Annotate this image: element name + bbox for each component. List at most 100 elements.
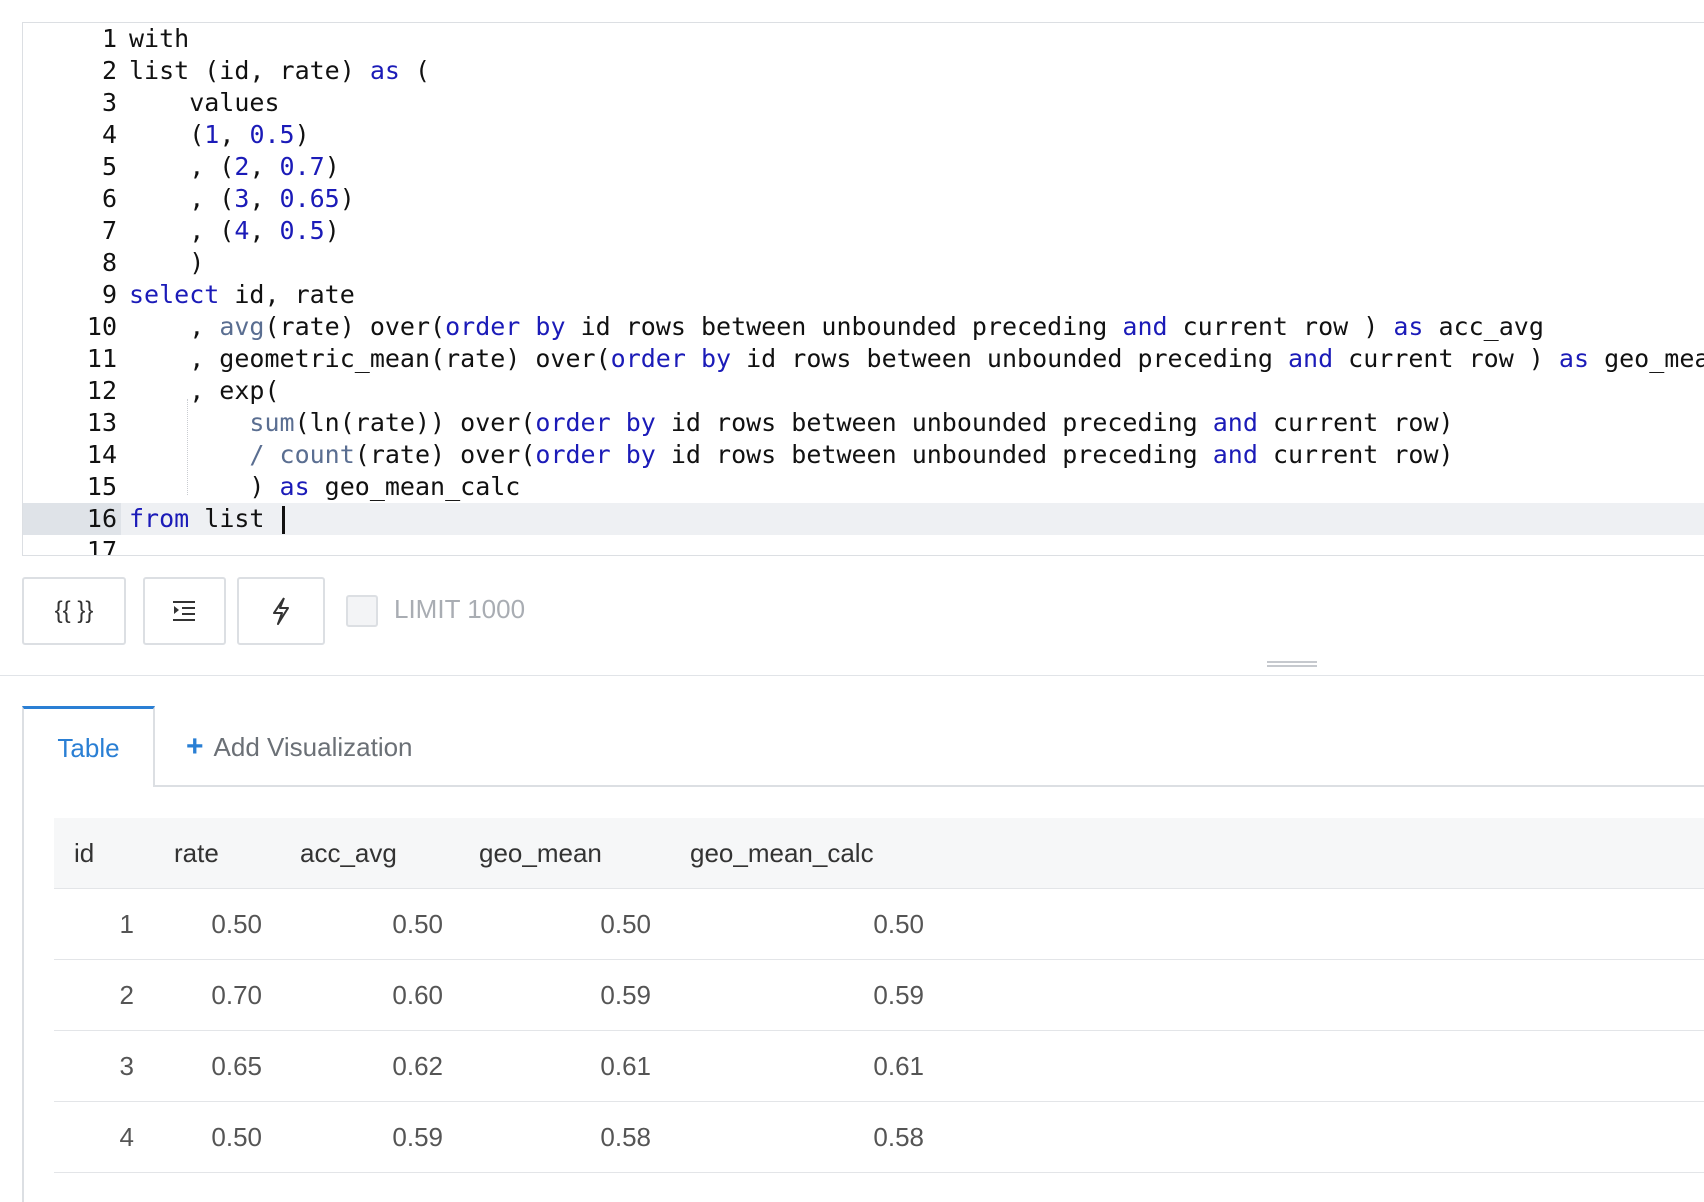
sql-text: current row )	[1333, 344, 1559, 373]
code-line[interactable]: 8 )	[23, 247, 1704, 279]
sql-keyword: and	[1212, 408, 1258, 437]
autocomplete-button[interactable]	[237, 577, 325, 645]
line-number: 4	[101, 120, 117, 149]
code-line[interactable]: 4 (1, 0.5)	[23, 119, 1704, 151]
code-text: sum(ln(rate)) over(order by id rows betw…	[129, 407, 1453, 439]
sql-text: geo_mean_calc	[309, 472, 521, 501]
line-number: 13	[86, 408, 117, 437]
code-text: )	[129, 247, 204, 279]
sql-editor[interactable]: 1 with 2 list (id, rate) as (3 values 4 (1, …	[22, 22, 1704, 556]
column-header-rate[interactable]: rate	[174, 818, 219, 889]
sql-text: (	[129, 120, 205, 149]
sql-text: current row)	[1257, 440, 1454, 469]
sql-number: 0.7	[279, 152, 325, 181]
limit-checkbox[interactable]	[346, 595, 378, 627]
sql-keyword: as	[1393, 312, 1424, 341]
sql-text: ,	[219, 120, 250, 149]
code-line[interactable]: 16 from list	[23, 503, 1704, 535]
code-line[interactable]: 3 values	[23, 87, 1704, 119]
code-line[interactable]: 6 , (3, 0.65)	[23, 183, 1704, 215]
sql-text: id, rate	[219, 280, 355, 309]
column-header-id[interactable]: id	[74, 818, 94, 889]
code-line[interactable]: 1 with	[23, 23, 1704, 55]
code-line[interactable]: 7 , (4, 0.5)	[23, 215, 1704, 247]
sql-text: ,	[129, 312, 220, 341]
sql-text: id rows between unbounded preceding	[655, 408, 1213, 437]
line-number: 17	[86, 536, 117, 556]
sql-keyword: order by	[610, 344, 732, 373]
resize-handle[interactable]	[1267, 661, 1317, 667]
code-text: , exp(	[129, 375, 279, 407]
lightning-icon	[273, 597, 289, 625]
sql-text: id rows between unbounded preceding	[731, 344, 1288, 373]
line-number: 9	[101, 280, 117, 309]
sql-function: avg	[219, 312, 265, 341]
code-text: select id, rate	[129, 279, 355, 311]
line-number: 1	[101, 24, 117, 53]
column-header-geo-mean[interactable]: geo_mean	[479, 818, 602, 889]
add-visualization-button[interactable]: + Add Visualization	[186, 727, 413, 767]
code-text: values	[129, 87, 280, 119]
code-line[interactable]: 10 , avg(rate) over(order by id rows bet…	[23, 311, 1704, 343]
code-line[interactable]: 12 , exp(	[23, 375, 1704, 407]
sql-text: )	[294, 120, 310, 149]
code-line[interactable]: 5 , (2, 0.7)	[23, 151, 1704, 183]
cell-geo-mean-calc: 0.59	[873, 980, 924, 1010]
sql-text: , (	[129, 152, 235, 181]
sql-number: 0.65	[279, 184, 340, 213]
cell-geo-mean-calc: 0.58	[873, 1122, 924, 1152]
sql-text: )	[324, 216, 340, 245]
table-row: 3 0.65 0.62 0.61 0.61	[54, 1031, 1704, 1102]
line-number: 5	[101, 152, 117, 181]
sql-number: 0.5	[279, 216, 325, 245]
sql-number: 1	[204, 120, 220, 149]
sql-text: with	[129, 24, 190, 53]
sql-text: id rows between unbounded preceding	[565, 312, 1123, 341]
results-left-border	[22, 787, 24, 1202]
code-line[interactable]: 17	[23, 535, 1704, 556]
text-cursor	[281, 506, 285, 534]
sql-text: geo_mean	[1604, 344, 1704, 373]
add-visualization-label: Add Visualization	[213, 731, 413, 762]
sql-text: )	[129, 472, 280, 501]
sql-number: 2	[234, 152, 250, 181]
sql-keyword: order by	[445, 312, 566, 341]
code-text: list (id, rate) as (	[129, 55, 430, 87]
code-line[interactable]: 9 select id, rate	[23, 279, 1704, 311]
code-text: / count(rate) over(order by id rows betw…	[129, 439, 1454, 471]
sql-number: 4	[234, 216, 250, 245]
column-header-geo-mean-calc[interactable]: geo_mean_calc	[690, 818, 874, 889]
editor-lines[interactable]: 1 with 2 list (id, rate) as (3 values 4 (1, …	[23, 23, 1704, 556]
line-number: 11	[86, 344, 117, 373]
table-row: 1 0.50 0.50 0.50 0.50	[54, 889, 1704, 960]
indent-icon	[172, 601, 195, 621]
sql-keyword: as	[1558, 344, 1590, 373]
sql-function: sum	[249, 408, 295, 437]
code-text: , (4, 0.5)	[129, 215, 340, 247]
table-row: 4 0.50 0.59 0.58 0.58	[54, 1102, 1704, 1173]
code-line[interactable]: 11 , geometric_mean(rate) over(order by …	[23, 343, 1704, 375]
sql-text: , geometric_mean(rate) over(	[129, 344, 611, 373]
format-query-button[interactable]	[143, 577, 226, 645]
code-text: , (2, 0.7)	[129, 151, 340, 183]
sql-text: id rows between unbounded preceding	[655, 440, 1213, 469]
template-params-button[interactable]: {{ }}	[22, 577, 126, 645]
sql-text: )	[339, 184, 355, 213]
code-line[interactable]: 14 / count(rate) over(order by id rows b…	[23, 439, 1704, 471]
limit-label: LIMIT 1000	[394, 594, 526, 624]
code-line[interactable]: 13 sum(ln(rate)) over(order by id rows b…	[23, 407, 1704, 439]
sql-text: values	[129, 88, 280, 117]
code-line[interactable]: 15 ) as geo_mean_calc	[23, 471, 1704, 503]
line-number: 12	[86, 376, 117, 405]
column-header-acc-avg[interactable]: acc_avg	[300, 818, 397, 889]
tab-table[interactable]: Table	[22, 706, 155, 787]
code-text: , geometric_mean(rate) over(order by id …	[129, 343, 1704, 375]
code-text: with	[129, 23, 189, 55]
indent-guide	[187, 399, 188, 495]
sql-text: , (	[129, 216, 235, 245]
sql-text: ,	[249, 184, 280, 213]
code-line[interactable]: 2 list (id, rate) as (	[23, 55, 1704, 87]
table-header: id rate acc_avg geo_mean geo_mean_calc	[54, 818, 1704, 889]
results-table: id rate acc_avg geo_mean geo_mean_calc 1…	[54, 818, 1704, 1173]
